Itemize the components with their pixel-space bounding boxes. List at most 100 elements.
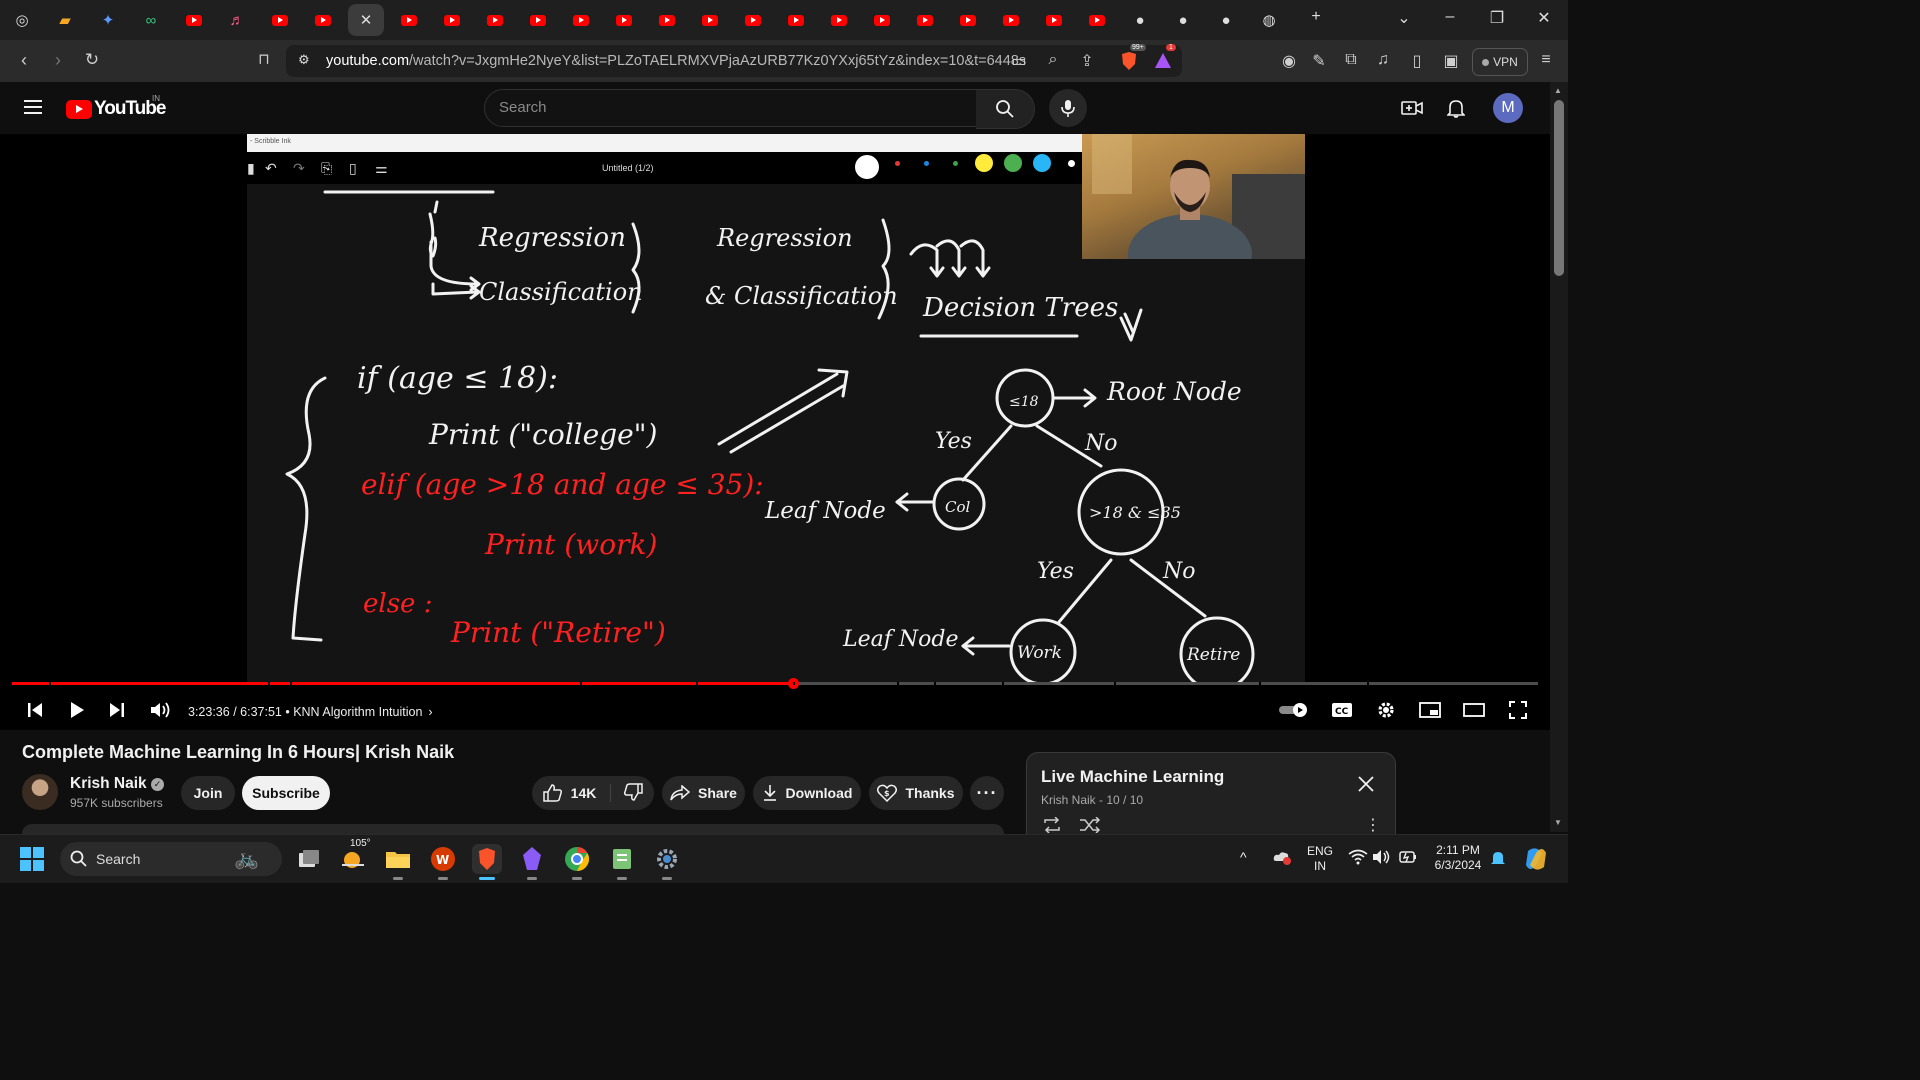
browser-tab[interactable]: ● (1208, 4, 1244, 36)
video-frame[interactable]: - Scribble Ink ▮ ↶ ↷ ⎘ ▯ ⚌ Untitled (1/2… (247, 134, 1305, 682)
minimize-icon[interactable]: – (1438, 8, 1462, 26)
browser-tab[interactable] (692, 4, 728, 36)
brave-rewards-icon[interactable]: 1 (1152, 44, 1176, 72)
clock[interactable]: 2:11 PM 6/3/2024 (1428, 843, 1488, 873)
file-explorer-button[interactable] (383, 844, 413, 880)
browser-tab[interactable]: ✦ (90, 4, 126, 36)
captions-button[interactable]: CC (1330, 698, 1354, 722)
browser-tab[interactable] (821, 4, 857, 36)
wifi-icon[interactable] (1348, 849, 1368, 870)
browser-tab[interactable] (950, 4, 986, 36)
more-actions-button[interactable]: ··· (970, 776, 1004, 810)
extension-avatar-icon[interactable]: ◉ (1278, 51, 1300, 71)
chrome-button[interactable] (562, 844, 592, 880)
browser-tab[interactable]: ● (1165, 4, 1201, 36)
youtube-logo[interactable]: YouTube IN (66, 94, 166, 120)
create-video-button[interactable] (1399, 96, 1425, 120)
miniplayer-button[interactable] (1418, 698, 1442, 722)
account-avatar[interactable]: M (1493, 93, 1523, 123)
close-window-icon[interactable]: ✕ (1532, 8, 1556, 28)
browser-tab[interactable] (907, 4, 943, 36)
battery-icon[interactable] (1398, 848, 1418, 871)
browser-tab[interactable] (606, 4, 642, 36)
browser-tab[interactable] (520, 4, 556, 36)
browser-tab[interactable] (1079, 4, 1115, 36)
playlist-more-icon[interactable]: ⋮ (1365, 815, 1381, 835)
vpn-button[interactable]: VPN (1472, 48, 1528, 76)
forward-icon[interactable]: › (46, 50, 70, 71)
extensions-puzzle-icon[interactable]: ⧉ (1340, 51, 1362, 69)
input-language[interactable]: ENG IN (1304, 844, 1336, 874)
browser-tab[interactable]: ● (1122, 4, 1158, 36)
browser-tab[interactable] (993, 4, 1029, 36)
settings-button[interactable] (1374, 698, 1398, 722)
download-button[interactable]: Download (753, 776, 861, 810)
cast-icon[interactable]: ▭ (1008, 51, 1030, 71)
voice-search-button[interactable] (1049, 89, 1087, 127)
browser-tab[interactable] (864, 4, 900, 36)
obsidian-button[interactable] (517, 844, 547, 880)
progress-bar[interactable] (12, 678, 1538, 689)
notifications-button[interactable] (1443, 96, 1469, 120)
close-playlist-icon[interactable] (1357, 775, 1375, 798)
browser-tab[interactable] (176, 4, 212, 36)
share-page-icon[interactable]: ⇪ (1076, 51, 1098, 71)
scroll-thumb[interactable] (1554, 100, 1564, 276)
notepad-app-button[interactable] (607, 844, 637, 880)
share-button[interactable]: Share (662, 776, 745, 810)
site-info-icon[interactable]: ⚙ (298, 53, 310, 66)
media-icon[interactable]: ♫ (1372, 51, 1394, 69)
browser-tab[interactable]: ♬ (219, 4, 255, 36)
autoplay-toggle[interactable] (1278, 698, 1310, 722)
browser-tab[interactable] (563, 4, 599, 36)
subscribe-button[interactable]: Subscribe (242, 776, 330, 810)
brave-browser-button[interactable] (472, 844, 502, 880)
dislike-button[interactable] (619, 782, 644, 804)
join-button[interactable]: Join (181, 776, 235, 810)
description-box[interactable] (22, 824, 1004, 834)
restore-icon[interactable]: ❐ (1485, 8, 1509, 28)
address-bar[interactable]: ⚙ youtube.com/watch?v=JxgmHe2NyeY&list=P… (286, 44, 1182, 77)
browser-tab[interactable] (1036, 4, 1072, 36)
browser-tab[interactable]: ◎ (4, 4, 40, 36)
browser-tab[interactable]: ✕ (348, 4, 384, 36)
new-tab-button[interactable]: + (1304, 8, 1328, 26)
search-button[interactable] (976, 89, 1035, 129)
copilot-icon[interactable] (1522, 845, 1550, 878)
scroll-up-icon[interactable]: ▲ (1554, 86, 1562, 95)
browser-tab[interactable] (649, 4, 685, 36)
chapter-chevron-icon[interactable]: › (428, 705, 432, 719)
bookmark-icon[interactable]: ⊓ (252, 50, 276, 68)
browser-tab[interactable]: ∞ (133, 4, 169, 36)
page-scrollbar[interactable]: ▲ ▼ (1550, 82, 1568, 832)
volume-button[interactable] (150, 698, 172, 722)
channel-name[interactable]: Krish Naik ✓ (70, 775, 164, 793)
play-button[interactable] (66, 698, 88, 722)
task-view-button[interactable] (294, 844, 324, 874)
close-icon[interactable]: ✕ (360, 13, 373, 28)
browser-tab[interactable] (778, 4, 814, 36)
scroll-down-icon[interactable]: ▼ (1554, 818, 1562, 827)
theater-mode-button[interactable] (1462, 698, 1486, 722)
onedrive-status-icon[interactable] (1272, 849, 1292, 870)
next-button[interactable] (106, 698, 128, 722)
taskbar-search[interactable]: Search 🚲 (60, 842, 282, 876)
url-text[interactable]: youtube.com/watch?v=JxgmHe2NyeY&list=PLZ… (326, 53, 1026, 69)
browser-tab[interactable]: ▰ (47, 4, 83, 36)
browser-tab[interactable] (477, 4, 513, 36)
reload-icon[interactable]: ↻ (80, 50, 104, 70)
browser-tab[interactable] (434, 4, 470, 36)
browser-tab[interactable] (735, 4, 771, 36)
tab-search-icon[interactable]: ⌄ (1392, 8, 1416, 28)
browser-tab[interactable] (391, 4, 427, 36)
thanks-button[interactable]: $ Thanks (869, 776, 963, 810)
channel-avatar[interactable] (22, 774, 58, 810)
menu-icon[interactable]: ≡ (1535, 51, 1557, 69)
browser-tab[interactable]: ◍ (1251, 4, 1287, 36)
weather-widget[interactable]: 105° (338, 838, 371, 874)
sidebar-icon[interactable]: ▯ (1406, 51, 1428, 71)
notification-bell-icon[interactable] (1490, 849, 1506, 872)
like-button[interactable]: 14K (542, 784, 612, 802)
settings-app-button[interactable] (652, 844, 682, 880)
fullscreen-button[interactable] (1506, 698, 1530, 722)
